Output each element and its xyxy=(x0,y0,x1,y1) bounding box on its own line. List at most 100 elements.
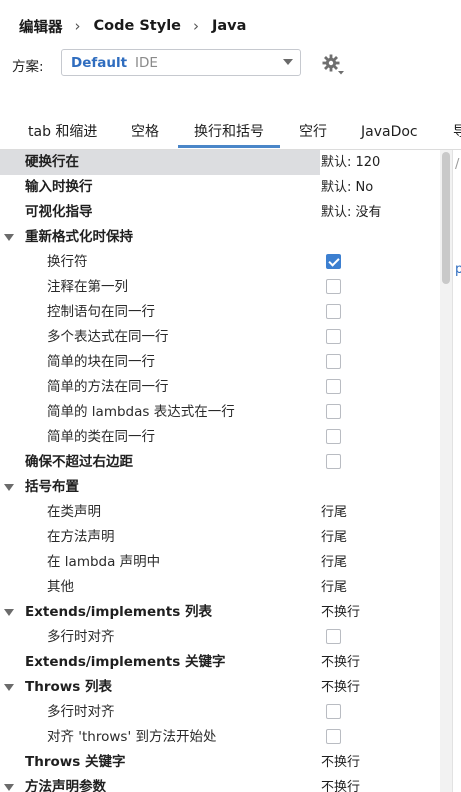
setting-row[interactable]: 换行符 xyxy=(0,250,437,275)
scheme-label: 方案: xyxy=(12,59,44,75)
settings-tree: 硬换行在 默认: 120 输入时换行 默认: No 可视化指导 默认: 没有重新格式化时保… xyxy=(0,150,437,792)
setting-label: 注释在第一列 xyxy=(47,279,128,295)
setting-row[interactable]: 多行时对齐 xyxy=(0,700,437,725)
setting-value[interactable]: 不换行 xyxy=(321,600,360,625)
setting-row[interactable]: 在 lambda 声明中 行尾 xyxy=(0,550,437,575)
setting-checkbox[interactable] xyxy=(326,329,341,344)
scrollbar-thumb[interactable] xyxy=(442,152,450,284)
preview-text: / xyxy=(455,157,460,172)
setting-value[interactable]: 默认: No xyxy=(321,175,373,200)
setting-checkbox[interactable] xyxy=(326,729,341,744)
tab-blank-lines[interactable]: 空行 xyxy=(299,119,327,148)
setting-row[interactable]: 简单的 lambdas 表达式在一行 xyxy=(0,400,437,425)
setting-row[interactable]: 输入时换行 默认: No xyxy=(0,175,437,200)
setting-label: 在类声明 xyxy=(47,504,101,520)
setting-row[interactable]: 方法声明参数 不换行 xyxy=(0,775,437,792)
preview-divider xyxy=(452,150,453,792)
setting-checkbox[interactable] xyxy=(326,429,341,444)
setting-row[interactable]: Extends/implements 列表 不换行 xyxy=(0,600,437,625)
setting-row[interactable]: 可视化指导 默认: 没有 xyxy=(0,200,437,225)
tab-wrapping-braces[interactable]: 换行和括号 xyxy=(178,119,280,148)
setting-value[interactable]: 不换行 xyxy=(321,750,360,775)
breadcrumb-item-java: Java xyxy=(212,18,247,34)
setting-row[interactable]: 简单的方法在同一行 xyxy=(0,375,437,400)
setting-row[interactable]: 对齐 'throws' 到方法开始处 xyxy=(0,725,437,750)
expand-arrow-icon[interactable] xyxy=(4,684,14,691)
breadcrumb: 编辑器 › Code Style › Java xyxy=(19,14,246,38)
setting-label: 硬换行在 xyxy=(25,154,79,170)
expand-arrow-icon[interactable] xyxy=(4,609,14,616)
setting-label: 确保不超过右边距 xyxy=(25,454,133,470)
setting-value[interactable]: 不换行 xyxy=(321,675,360,700)
setting-value[interactable]: 行尾 xyxy=(321,525,347,550)
setting-value[interactable]: 行尾 xyxy=(321,550,347,575)
setting-label: 在 lambda 声明中 xyxy=(47,554,161,570)
setting-value[interactable]: 默认: 120 xyxy=(321,150,380,175)
expand-arrow-icon[interactable] xyxy=(4,784,14,791)
setting-value[interactable]: 行尾 xyxy=(321,500,347,525)
tab-javadoc[interactable]: JavaDoc xyxy=(361,119,418,148)
setting-value[interactable]: 行尾 xyxy=(321,575,347,600)
setting-row[interactable]: Throws 列表 不换行 xyxy=(0,675,437,700)
breadcrumb-item-editor[interactable]: 编辑器 xyxy=(19,16,63,37)
tab-bar: tab 和缩进 空格 换行和括号 空行 JavaDoc 导 xyxy=(0,119,461,150)
setting-label: 重新格式化时保持 xyxy=(25,229,133,245)
chevron-down-icon xyxy=(283,59,293,65)
setting-row[interactable]: 在方法声明 行尾 xyxy=(0,525,437,550)
setting-row[interactable]: 控制语句在同一行 xyxy=(0,300,437,325)
setting-row[interactable]: 多行时对齐 xyxy=(0,625,437,650)
setting-row[interactable]: 注释在第一列 xyxy=(0,275,437,300)
setting-row[interactable]: 简单的类在同一行 xyxy=(0,425,437,450)
setting-row[interactable]: 硬换行在 默认: 120 xyxy=(0,150,437,175)
setting-value[interactable]: 不换行 xyxy=(321,650,360,675)
setting-label: 方法声明参数 xyxy=(25,779,106,792)
breadcrumb-item-code-style[interactable]: Code Style xyxy=(94,18,182,34)
setting-value[interactable]: 默认: 没有 xyxy=(321,200,382,225)
setting-label: 简单的类在同一行 xyxy=(47,429,155,445)
setting-label: 在方法声明 xyxy=(47,529,115,545)
setting-checkbox[interactable] xyxy=(326,304,341,319)
scheme-name: Default xyxy=(71,54,128,71)
setting-label: Throws 列表 xyxy=(25,679,112,695)
setting-row[interactable]: 括号布置 xyxy=(0,475,437,500)
setting-label: 多行时对齐 xyxy=(47,704,115,720)
expand-arrow-icon[interactable] xyxy=(4,484,14,491)
scheme-dropdown[interactable]: Default IDE xyxy=(61,49,301,76)
setting-checkbox[interactable] xyxy=(326,279,341,294)
setting-label: 可视化指导 xyxy=(25,204,93,220)
setting-checkbox[interactable] xyxy=(326,379,341,394)
setting-label: 简单的 lambdas 表达式在一行 xyxy=(47,404,235,420)
setting-row[interactable]: 简单的块在同一行 xyxy=(0,350,437,375)
setting-label: 简单的块在同一行 xyxy=(47,354,155,370)
setting-label: Throws 关键字 xyxy=(25,754,126,770)
setting-row[interactable]: 重新格式化时保持 xyxy=(0,225,437,250)
setting-row[interactable]: 其他 行尾 xyxy=(0,575,437,600)
setting-row[interactable]: Extends/implements 关键字 不换行 xyxy=(0,650,437,675)
setting-row[interactable]: 多个表达式在同一行 xyxy=(0,325,437,350)
setting-row[interactable]: 在类声明 行尾 xyxy=(0,500,437,525)
tab-spaces[interactable]: 空格 xyxy=(131,119,159,148)
setting-checkbox[interactable] xyxy=(326,404,341,419)
preview-text: p xyxy=(455,262,461,277)
setting-checkbox[interactable] xyxy=(326,629,341,644)
scrollbar[interactable] xyxy=(440,150,452,792)
chevron-right-icon: › xyxy=(74,17,81,35)
setting-label: 其他 xyxy=(47,579,74,595)
setting-checkbox[interactable] xyxy=(326,454,341,469)
tab-imports[interactable]: 导 xyxy=(453,119,461,148)
scheme-scope: IDE xyxy=(135,54,158,71)
setting-label: 多行时对齐 xyxy=(47,629,115,645)
setting-label: 输入时换行 xyxy=(25,179,93,195)
tab-indents[interactable]: tab 和缩进 xyxy=(28,119,97,148)
setting-label: 换行符 xyxy=(47,254,88,270)
setting-label: Extends/implements 关键字 xyxy=(25,654,226,670)
setting-value[interactable]: 不换行 xyxy=(321,775,360,792)
setting-label: 多个表达式在同一行 xyxy=(47,329,169,345)
gear-icon[interactable] xyxy=(320,52,346,76)
setting-checkbox[interactable] xyxy=(326,704,341,719)
setting-row[interactable]: Throws 关键字 不换行 xyxy=(0,750,437,775)
setting-row[interactable]: 确保不超过右边距 xyxy=(0,450,437,475)
setting-checkbox[interactable] xyxy=(326,254,341,269)
setting-checkbox[interactable] xyxy=(326,354,341,369)
expand-arrow-icon[interactable] xyxy=(4,234,14,241)
